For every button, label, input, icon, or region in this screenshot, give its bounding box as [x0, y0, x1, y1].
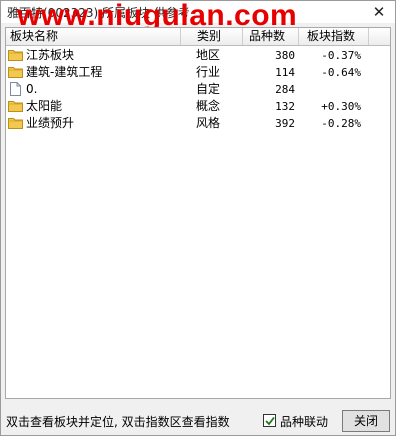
- sector-name-cell: 太阳能: [8, 98, 180, 115]
- list-body: 江苏板块 地区 380 -0.37% 建筑-建筑工程 行业 114 -0.64%: [6, 47, 390, 132]
- file-icon: [10, 82, 21, 96]
- sector-name-cell: 建筑-建筑工程: [8, 64, 180, 81]
- window-title: 雅百特(002323) 所属板块 供参考: [7, 6, 190, 20]
- list-item[interactable]: 太阳能 概念 132 +0.30%: [6, 98, 390, 115]
- column-header-type[interactable]: 类别: [181, 28, 243, 45]
- close-button[interactable]: 关闭: [342, 410, 390, 432]
- sector-type: 行业: [196, 65, 221, 79]
- sector-count: 392: [275, 117, 295, 130]
- sector-count: 114: [275, 66, 295, 79]
- sector-count: 380: [275, 49, 295, 62]
- list-header: 板块名称 类别 品种数 板块指数: [6, 28, 390, 46]
- title-bar[interactable]: 雅百特(002323) 所属板块 供参考 ✕: [1, 1, 395, 23]
- check-icon: [265, 416, 275, 426]
- sector-count: 284: [275, 83, 295, 96]
- sector-name: 太阳能: [26, 99, 63, 113]
- sector-index-change[interactable]: -0.37%: [299, 47, 361, 64]
- sector-index-change[interactable]: -0.28%: [299, 115, 361, 132]
- sector-name-cell: 业绩预升: [8, 115, 180, 132]
- column-header-index[interactable]: 板块指数: [299, 28, 369, 45]
- sector-name: 0.: [26, 82, 38, 96]
- sector-name: 江苏板块: [26, 48, 75, 62]
- status-bar: 双击查看板块并定位, 双击指数区查看指数 品种联动 关闭: [1, 405, 395, 435]
- list-item[interactable]: 0. 自定 284: [6, 81, 390, 98]
- sector-dialog: 雅百特(002323) 所属板块 供参考 ✕ www.niugulan.com …: [0, 0, 396, 436]
- list-item[interactable]: 业绩预升 风格 392 -0.28%: [6, 115, 390, 132]
- sector-count: 132: [275, 100, 295, 113]
- sector-name-cell: 江苏板块: [8, 47, 180, 64]
- sector-type: 地区: [196, 48, 221, 62]
- column-header-count[interactable]: 品种数: [243, 28, 299, 45]
- list-item[interactable]: 江苏板块 地区 380 -0.37%: [6, 47, 390, 64]
- folder-icon: [8, 50, 23, 61]
- folder-icon: [8, 67, 23, 78]
- list-item[interactable]: 建筑-建筑工程 行业 114 -0.64%: [6, 64, 390, 81]
- sector-type: 概念: [196, 99, 221, 113]
- folder-icon: [8, 101, 23, 112]
- sector-index-change[interactable]: +0.30%: [299, 98, 361, 115]
- linkage-checkbox[interactable]: [263, 414, 276, 427]
- column-header-name[interactable]: 板块名称: [6, 28, 181, 45]
- sector-name: 业绩预升: [26, 116, 75, 130]
- folder-icon: [8, 118, 23, 129]
- sector-type: 风格: [196, 116, 221, 130]
- sector-list[interactable]: 板块名称 类别 品种数 板块指数 江苏板块 地区 380 -0.37% 建筑-建…: [5, 27, 391, 399]
- sector-name: 建筑-建筑工程: [26, 65, 103, 79]
- sector-index-change[interactable]: [299, 81, 361, 98]
- close-icon[interactable]: ✕: [369, 1, 389, 23]
- status-hint: 双击查看板块并定位, 双击指数区查看指数: [6, 415, 230, 429]
- linkage-checkbox-label[interactable]: 品种联动: [280, 413, 328, 430]
- sector-type: 自定: [196, 82, 221, 96]
- sector-index-change[interactable]: -0.64%: [299, 64, 361, 81]
- sector-name-cell: 0.: [8, 81, 180, 98]
